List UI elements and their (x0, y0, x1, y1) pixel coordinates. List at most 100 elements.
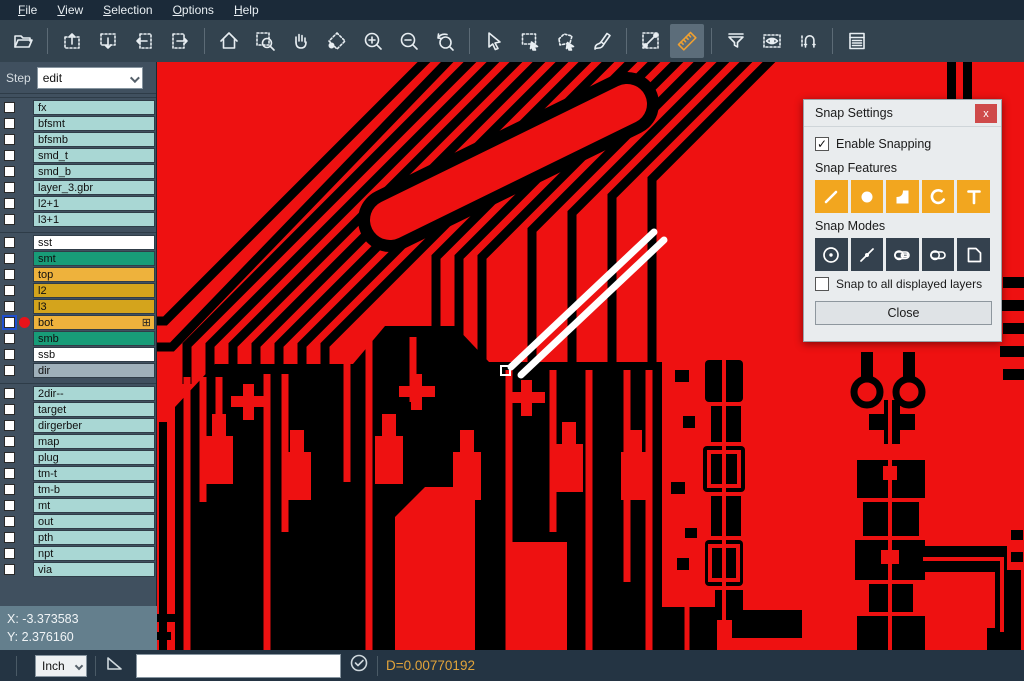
menu-view[interactable]: View (47, 1, 93, 19)
pan-up-button[interactable] (55, 24, 89, 58)
snap-slot-right-button[interactable] (922, 238, 955, 271)
layer-name[interactable]: target (33, 402, 155, 417)
layer-checkbox[interactable] (4, 404, 15, 415)
layer-checkbox[interactable] (4, 349, 15, 360)
layer-name[interactable]: l2 (33, 283, 155, 298)
layer-name[interactable]: smt (33, 251, 155, 266)
layer-checkbox[interactable] (4, 436, 15, 447)
pan-down-button[interactable] (91, 24, 125, 58)
zoom-previous-button[interactable] (428, 24, 462, 58)
layer-name[interactable]: bot⊞ (33, 315, 155, 330)
layer-checkbox[interactable] (4, 134, 15, 145)
zoom-out-button[interactable] (392, 24, 426, 58)
layer-checkbox[interactable] (4, 468, 15, 479)
snap-center-button[interactable] (815, 238, 848, 271)
layer-checkbox[interactable] (4, 269, 15, 280)
menu-file[interactable]: File (8, 1, 47, 19)
unit-select[interactable]: Inch (35, 655, 87, 677)
layer-checkbox[interactable] (4, 420, 15, 431)
menu-selection[interactable]: Selection (93, 1, 162, 19)
layer-name[interactable]: npt (33, 546, 155, 561)
report-button[interactable] (840, 24, 874, 58)
layer-checkbox[interactable] (4, 388, 15, 399)
layer-name[interactable]: top (33, 267, 155, 282)
snap-contour-button[interactable] (957, 238, 990, 271)
layer-checkbox[interactable] (4, 301, 15, 312)
layer-checkbox[interactable] (4, 214, 15, 225)
menu-options[interactable]: Options (163, 1, 224, 19)
layer-name[interactable]: dirgerber (33, 418, 155, 433)
grid-icon[interactable]: ⊞ (142, 316, 151, 331)
layer-name[interactable]: mt (33, 498, 155, 513)
pan-right-button[interactable] (163, 24, 197, 58)
select-cursor-button[interactable] (477, 24, 511, 58)
snap-surface-button[interactable] (886, 180, 919, 213)
enable-snapping-checkbox[interactable]: ✓ (815, 137, 829, 151)
view-options-button[interactable] (755, 24, 789, 58)
layer-checkbox[interactable] (4, 166, 15, 177)
select-poly-button[interactable] (549, 24, 583, 58)
select-rect-button[interactable] (513, 24, 547, 58)
layer-name[interactable]: smb (33, 331, 155, 346)
pan-left-button[interactable] (127, 24, 161, 58)
layer-name[interactable]: out (33, 514, 155, 529)
open-button[interactable] (6, 24, 40, 58)
layer-checkbox[interactable] (4, 532, 15, 543)
clean-brush-button[interactable] (585, 24, 619, 58)
angle-mode-button[interactable] (104, 652, 126, 679)
layer-name[interactable]: layer_3.gbr (33, 180, 155, 195)
snap-line-button[interactable] (815, 180, 848, 213)
layer-name[interactable]: smd_t (33, 148, 155, 163)
ruler-button[interactable] (670, 24, 704, 58)
layer-name[interactable]: fx (33, 100, 155, 115)
command-input[interactable] (136, 654, 341, 678)
layer-checkbox[interactable] (4, 484, 15, 495)
layer-checkbox[interactable] (4, 365, 15, 376)
layer-checkbox[interactable] (4, 285, 15, 296)
snap-magnet-button[interactable] (791, 24, 825, 58)
zoom-window-button[interactable] (248, 24, 282, 58)
snap-arc-button[interactable] (922, 180, 955, 213)
layer-name[interactable]: plug (33, 450, 155, 465)
close-icon[interactable]: x (975, 104, 997, 123)
layer-checkbox[interactable] (4, 118, 15, 129)
dialog-title-bar[interactable]: Snap Settings x (804, 100, 1001, 127)
menu-help[interactable]: Help (224, 1, 269, 19)
snap-text-button[interactable] (957, 180, 990, 213)
snap-all-checkbox[interactable] (815, 277, 829, 291)
layer-checkbox[interactable] (4, 548, 15, 559)
layer-checkbox[interactable] (4, 333, 15, 344)
layer-checkbox[interactable] (4, 500, 15, 511)
layer-checkbox[interactable] (4, 198, 15, 209)
layer-name[interactable]: ssb (33, 347, 155, 362)
layer-checkbox[interactable] (4, 150, 15, 161)
pan-hand-button[interactable] (284, 24, 318, 58)
layer-name[interactable]: l2+1 (33, 196, 155, 211)
measure-line-button[interactable] (634, 24, 668, 58)
layer-checkbox[interactable] (4, 452, 15, 463)
snap-midpoint-button[interactable] (851, 238, 884, 271)
close-button[interactable]: Close (815, 301, 992, 325)
layer-name[interactable]: bfsmb (33, 132, 155, 147)
zoom-in-button[interactable] (356, 24, 390, 58)
layer-checkbox[interactable] (4, 182, 15, 193)
layer-name[interactable]: via (33, 562, 155, 577)
layer-name[interactable]: l3+1 (33, 212, 155, 227)
layer-name[interactable]: 2dir-- (33, 386, 155, 401)
snap-slot-left-button[interactable] (886, 238, 919, 271)
move-vertex-button[interactable] (320, 24, 354, 58)
layer-name[interactable]: map (33, 434, 155, 449)
layer-checkbox[interactable] (4, 317, 15, 328)
layer-checkbox[interactable] (4, 237, 15, 248)
apply-button[interactable] (349, 653, 369, 678)
layer-name[interactable]: l3 (33, 299, 155, 314)
layer-name[interactable]: dir (33, 363, 155, 378)
layer-name[interactable]: sst (33, 235, 155, 250)
layer-name[interactable]: smd_b (33, 164, 155, 179)
snap-circle-button[interactable] (851, 180, 884, 213)
layer-checkbox[interactable] (4, 516, 15, 527)
home-view-button[interactable] (212, 24, 246, 58)
layer-name[interactable]: tm-b (33, 482, 155, 497)
step-select[interactable]: edit (37, 67, 143, 89)
filter-button[interactable] (719, 24, 753, 58)
